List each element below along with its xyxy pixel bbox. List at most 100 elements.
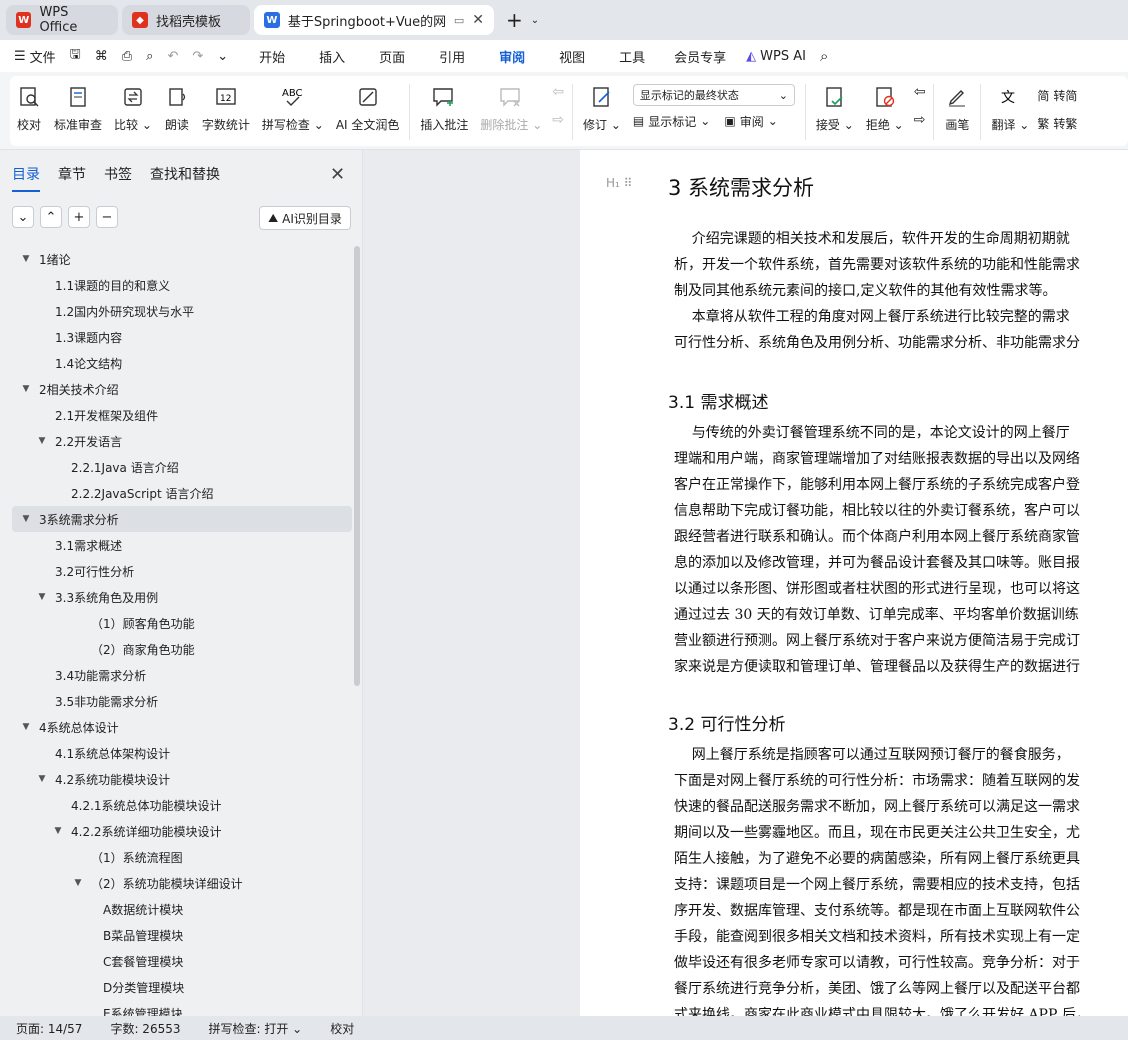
expand-arrow-icon[interactable]: ▼ bbox=[19, 254, 33, 264]
toc-item[interactable]: ▼ （2）系统功能模块详细设计 bbox=[12, 870, 352, 896]
translate-button[interactable]: 文 翻译 ⌄ bbox=[985, 84, 1035, 133]
accept-button[interactable]: 接受 ⌄ bbox=[810, 84, 860, 133]
toc-item[interactable]: 2.1开发框架及组件 bbox=[12, 402, 352, 428]
toc-item[interactable]: A数据统计模块 bbox=[12, 896, 352, 922]
toc-item[interactable]: ▼ 4.2.2系统详细功能模块设计 bbox=[12, 818, 352, 844]
toc-item[interactable]: 3.5非功能需求分析 bbox=[12, 688, 352, 714]
tab-member[interactable]: 会员专享 bbox=[662, 47, 738, 66]
share-icon[interactable]: ⌘ bbox=[95, 49, 108, 64]
toc-item[interactable]: 1.4论文结构 bbox=[12, 350, 352, 376]
document-page[interactable]: H₁ ⠿ 3 系统需求分析 介绍完课题的相关技术和发展后，软件开发的生命周期初期… bbox=[580, 150, 1128, 1016]
ai-polish-button[interactable]: AI 全文润色 bbox=[330, 84, 406, 133]
review-pane-button[interactable]: ▣ 审阅 ⌄ bbox=[724, 110, 777, 132]
close-icon[interactable]: ✕ bbox=[330, 164, 345, 185]
toc-item[interactable]: 4.2.1系统总体功能模块设计 bbox=[12, 792, 352, 818]
toc-item[interactable]: ▼ 4.2系统功能模块设计 bbox=[12, 766, 352, 792]
pen-button[interactable]: 画笔 bbox=[938, 84, 976, 133]
toc-item[interactable]: ▼ 3.3系统角色及用例 bbox=[12, 584, 352, 610]
std-review-button[interactable]: 标准审查 bbox=[48, 84, 108, 133]
proofread-button[interactable]: 校对 bbox=[10, 84, 48, 133]
tab-document[interactable]: W 基于Springboot+Vue的网上 ▭ ✕ bbox=[254, 5, 494, 35]
read-aloud-button[interactable]: 朗读 bbox=[158, 84, 196, 133]
next-change-icon[interactable]: ⇨ bbox=[914, 112, 926, 128]
convert-traditional-button[interactable]: 繁转繁 bbox=[1037, 112, 1077, 134]
save-icon[interactable]: 🖫 bbox=[70, 45, 81, 67]
toc-item[interactable]: ▼ 2相关技术介绍 bbox=[12, 376, 352, 402]
sidebar-tab-sections[interactable]: 章节 bbox=[58, 164, 86, 184]
sidebar-tab-toc[interactable]: 目录 bbox=[12, 164, 40, 192]
word-count-indicator[interactable]: 字数: 26553 bbox=[110, 1020, 180, 1037]
toc-item[interactable]: （2）商家角色功能 bbox=[12, 636, 352, 662]
tab-wps-office[interactable]: W WPS Office bbox=[6, 5, 118, 35]
tab-tools[interactable]: 工具 bbox=[602, 47, 662, 66]
wps-ai-button[interactable]: ◭ WPS AI bbox=[746, 49, 806, 64]
prev-change-icon[interactable]: ⇦ bbox=[914, 84, 926, 100]
prev-comment-icon[interactable]: ⇦ bbox=[552, 84, 564, 100]
search-icon[interactable]: ⌕ bbox=[820, 47, 828, 65]
print-preview-icon[interactable]: ⌕ bbox=[146, 49, 153, 64]
track-changes-button[interactable]: 修订 ⌄ bbox=[577, 84, 627, 133]
display-mode-select[interactable]: 显示标记的最终状态 ⌄ bbox=[632, 84, 795, 106]
redo-icon[interactable]: ↷ bbox=[192, 49, 203, 64]
expand-arrow-icon[interactable]: ▼ bbox=[35, 592, 49, 602]
spell-check-status[interactable]: 拼写检查: 打开 ⌄ bbox=[209, 1020, 303, 1037]
toc-item[interactable]: 3.2可行性分析 bbox=[12, 558, 352, 584]
print-icon[interactable]: ⎙ bbox=[122, 49, 132, 64]
expand-arrow-icon[interactable]: ▼ bbox=[19, 384, 33, 394]
toc-item[interactable]: （1）顾客角色功能 bbox=[12, 610, 352, 636]
close-tab-icon[interactable]: ✕ bbox=[472, 12, 484, 28]
compare-button[interactable]: 比较 ⌄ bbox=[108, 84, 158, 133]
show-markup-button[interactable]: ▤ 显示标记 ⌄ bbox=[633, 110, 710, 132]
heading-marker-icon[interactable]: H₁ ⠿ bbox=[606, 176, 632, 190]
new-tab-icon[interactable]: + bbox=[506, 8, 523, 32]
sidebar-tab-find-replace[interactable]: 查找和替换 bbox=[150, 164, 220, 184]
file-menu[interactable]: ☰ 文件 bbox=[14, 47, 56, 66]
sidebar-scrollbar[interactable] bbox=[354, 246, 360, 686]
toc-item[interactable]: ▼ 2.2开发语言 bbox=[12, 428, 352, 454]
monitor-icon[interactable]: ▭ bbox=[454, 14, 464, 27]
toc-item[interactable]: 1.2国内外研究现状与水平 bbox=[12, 298, 352, 324]
add-heading-button[interactable]: + bbox=[68, 206, 90, 228]
expand-arrow-icon[interactable]: ▼ bbox=[71, 878, 85, 888]
remove-heading-button[interactable]: − bbox=[96, 206, 118, 228]
quick-access-chevron-icon[interactable]: ⌄ bbox=[217, 49, 228, 64]
expand-arrow-icon[interactable]: ▼ bbox=[51, 826, 65, 836]
expand-arrow-icon[interactable]: ▼ bbox=[19, 514, 33, 524]
tab-insert[interactable]: 插入 bbox=[302, 47, 362, 66]
collapse-all-button[interactable]: ⌄ bbox=[12, 206, 34, 228]
expand-arrow-icon[interactable]: ▼ bbox=[19, 722, 33, 732]
tab-review[interactable]: 审阅 bbox=[482, 47, 542, 74]
undo-icon[interactable]: ↶ bbox=[167, 49, 178, 64]
insert-comment-button[interactable]: 插入批注 bbox=[414, 84, 474, 133]
expand-arrow-icon[interactable]: ▼ bbox=[35, 774, 49, 784]
toc-item[interactable]: D分类管理模块 bbox=[12, 974, 352, 1000]
tab-view[interactable]: 视图 bbox=[542, 47, 602, 66]
ai-toc-button[interactable]: ⛰ AI识别目录 bbox=[259, 206, 351, 230]
toc-item[interactable]: 3.1需求概述 bbox=[12, 532, 352, 558]
toc-item[interactable]: 1.1课题的目的和意义 bbox=[12, 272, 352, 298]
expand-button[interactable]: ⌃ bbox=[40, 206, 62, 228]
page-indicator[interactable]: 页面: 14/57 bbox=[16, 1020, 82, 1037]
toc-item[interactable]: B菜品管理模块 bbox=[12, 922, 352, 948]
tab-references[interactable]: 引用 bbox=[422, 47, 482, 66]
toc-item[interactable]: ▼ 1绪论 bbox=[12, 246, 352, 272]
toc-item[interactable]: C套餐管理模块 bbox=[12, 948, 352, 974]
sidebar-tab-bookmarks[interactable]: 书签 bbox=[104, 164, 132, 184]
toc-item[interactable]: ▼ 4系统总体设计 bbox=[12, 714, 352, 740]
tab-page[interactable]: 页面 bbox=[362, 47, 422, 66]
toc-item[interactable]: 2.2.2JavaScript 语言介绍 bbox=[12, 480, 352, 506]
toc-item[interactable]: 4.1系统总体架构设计 bbox=[12, 740, 352, 766]
proofread-status[interactable]: 校对 bbox=[330, 1020, 354, 1037]
tab-daoke-templates[interactable]: ◆ 找稻壳模板 bbox=[122, 5, 250, 35]
tab-list-chevron-icon[interactable]: ⌄ bbox=[531, 15, 539, 26]
toc-item[interactable]: ▼ 3系统需求分析 bbox=[12, 506, 352, 532]
next-comment-icon[interactable]: ⇨ bbox=[552, 112, 564, 128]
delete-comment-button[interactable]: 删除批注 ⌄ bbox=[474, 84, 548, 133]
reject-button[interactable]: 拒绝 ⌄ bbox=[860, 84, 910, 133]
toc-item[interactable]: 1.3课题内容 bbox=[12, 324, 352, 350]
spell-check-button[interactable]: ABC 拼写检查 ⌄ bbox=[256, 84, 330, 133]
convert-simplified-button[interactable]: 简转简 bbox=[1037, 84, 1077, 106]
tab-home[interactable]: 开始 bbox=[242, 47, 302, 66]
expand-arrow-icon[interactable]: ▼ bbox=[35, 436, 49, 446]
word-count-button[interactable]: 12 字数统计 bbox=[196, 84, 256, 133]
